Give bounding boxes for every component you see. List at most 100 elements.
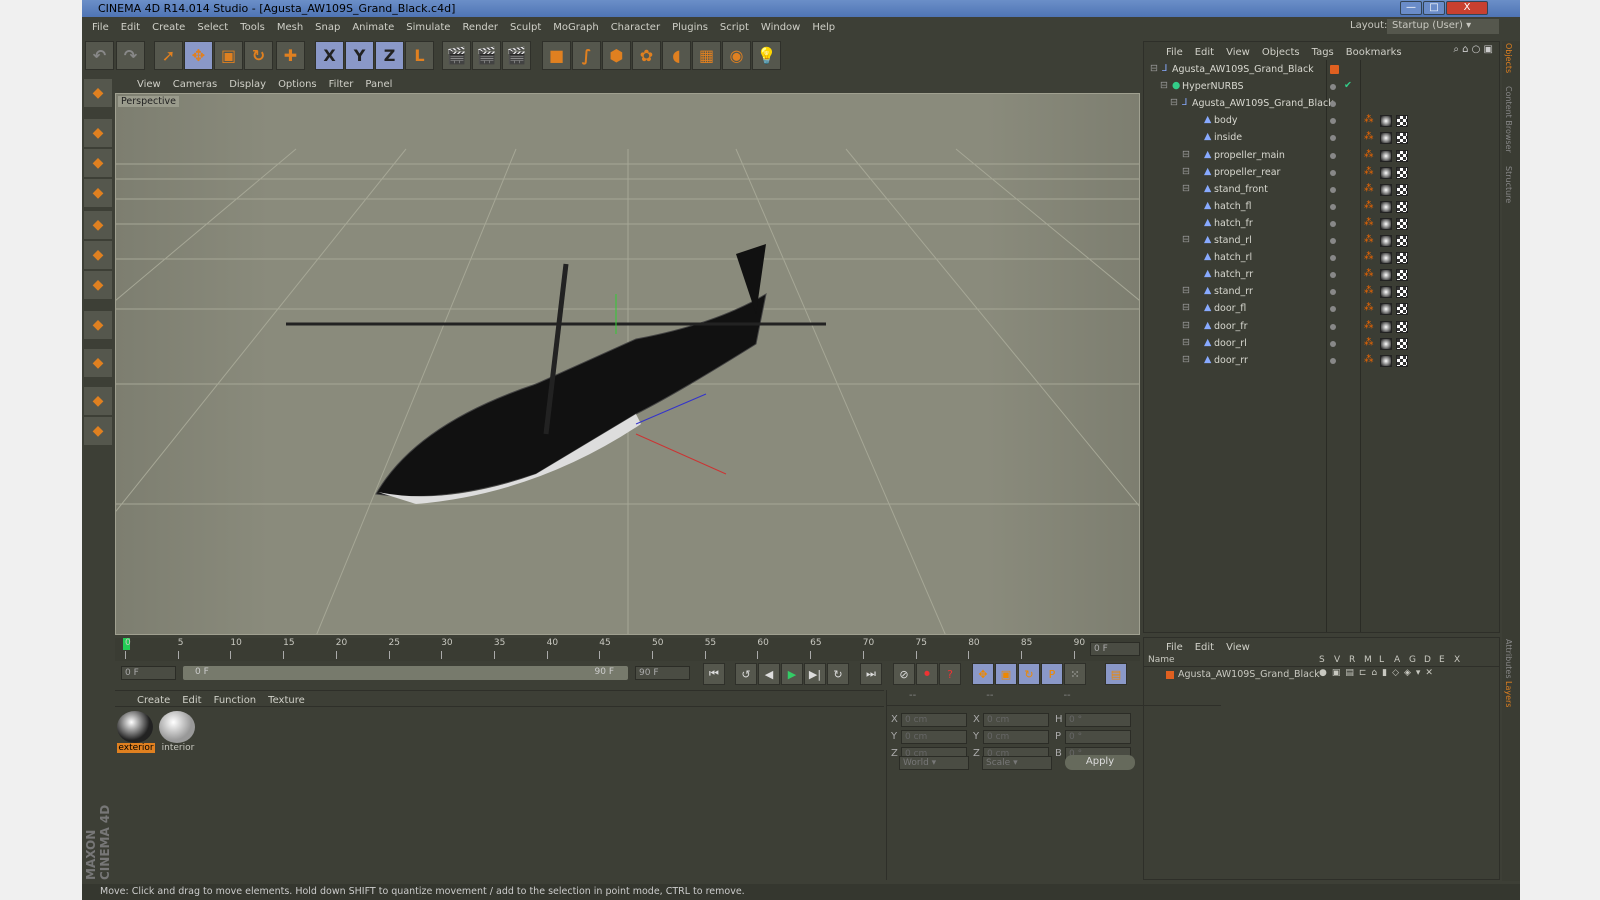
menu-edit[interactable]: Edit — [176, 692, 207, 706]
texture-tag-icon[interactable] — [1380, 252, 1392, 265]
layer-dot[interactable] — [1330, 186, 1336, 193]
layer-dot[interactable] — [1330, 220, 1336, 227]
layer-dot[interactable] — [1330, 255, 1336, 262]
menu-file[interactable]: File — [1160, 44, 1189, 60]
menu-filter[interactable]: Filter — [323, 76, 360, 92]
key-rotation-button[interactable]: ↻ — [1018, 663, 1040, 685]
timeline-window-button[interactable]: ▤ — [1105, 663, 1127, 685]
coord-field[interactable]: 0 ° — [1065, 730, 1131, 744]
layer-dot[interactable] — [1330, 203, 1336, 210]
texture-tag-icon[interactable] — [1396, 235, 1408, 247]
layer-color[interactable] — [1166, 671, 1174, 679]
texture-tag-icon[interactable] — [1396, 269, 1408, 282]
texture-tag-icon[interactable] — [1380, 354, 1392, 367]
menu-edit[interactable]: Edit — [1189, 44, 1220, 60]
phong-tag-icon[interactable]: ⁂ — [1364, 268, 1374, 279]
phong-tag-icon[interactable]: ⁂ — [1364, 131, 1374, 142]
go-to-start-button[interactable]: ⏮ — [703, 663, 725, 685]
object-row[interactable]: ⊟ ▲ stand_rl ⁂ — [1144, 233, 1499, 250]
expand-icon[interactable]: ⊟ — [1182, 302, 1190, 313]
scale-button[interactable]: ▣ — [214, 41, 243, 70]
step-forward-button[interactable]: ▶| — [804, 663, 826, 685]
coord-mode-dropdown[interactable]: Scale ▾ — [982, 756, 1052, 770]
edges-mode-icon[interactable]: ◆ — [84, 241, 112, 269]
phong-tag-icon[interactable]: ⁂ — [1364, 114, 1374, 125]
expand-icon[interactable]: ⊟ — [1182, 320, 1190, 331]
object-row[interactable]: ▲ hatch_fr ⁂ — [1144, 216, 1499, 233]
object-row[interactable]: ⊟ ● HyperNURBS ✔ — [1144, 79, 1499, 96]
expand-icon[interactable]: ⊟ — [1160, 80, 1168, 91]
object-row[interactable]: ▲ hatch_rl ⁂ — [1144, 250, 1499, 267]
texture-tag-icon[interactable] — [1396, 149, 1408, 162]
menu-create[interactable]: Create — [146, 19, 191, 37]
texture-tag-icon[interactable] — [1396, 303, 1408, 316]
layer-dot[interactable] — [1330, 135, 1336, 142]
viewport[interactable]: Perspective — [115, 93, 1140, 635]
loop-forward-button[interactable]: ↻ — [827, 663, 849, 685]
expand-icon[interactable]: ⊟ — [1182, 149, 1190, 160]
phong-tag-icon[interactable]: ⁂ — [1364, 251, 1374, 262]
workplane-icon[interactable]: ◆ — [84, 179, 112, 207]
phong-tag-icon[interactable]: ⁂ — [1364, 320, 1374, 331]
menu-texture[interactable]: Texture — [262, 692, 311, 706]
rotate-button[interactable]: ↻ — [244, 41, 273, 70]
texture-tag-icon[interactable] — [1380, 286, 1392, 299]
menu-edit[interactable]: Edit — [115, 19, 146, 37]
object-row[interactable]: ▲ hatch_rr ⁂ — [1144, 267, 1499, 284]
redo-button[interactable]: ↷ — [116, 41, 145, 70]
deformer-button[interactable]: ◖ — [662, 41, 691, 70]
current-frame-field[interactable]: 0 F — [1090, 642, 1140, 656]
layer-dot[interactable] — [1330, 357, 1336, 364]
texture-tag-icon[interactable] — [1380, 183, 1392, 196]
coord-system-dropdown[interactable]: World ▾ — [899, 756, 969, 770]
material-interior[interactable]: interior — [159, 711, 197, 753]
object-row[interactable]: ▲ body ⁂ — [1144, 113, 1499, 130]
menu-simulate[interactable]: Simulate — [400, 19, 456, 37]
search-icon[interactable]: ⌕ ⌂ ○ ▣ — [1453, 44, 1493, 55]
end-frame-field[interactable]: 90 F — [635, 666, 690, 680]
loop-back-button[interactable]: ↺ — [735, 663, 757, 685]
texture-tag-icon[interactable] — [1396, 320, 1408, 333]
undo-button[interactable]: ↶ — [85, 41, 114, 70]
layer-dot[interactable] — [1330, 101, 1336, 108]
object-row[interactable]: ⊟ ▲ stand_rr ⁂ — [1144, 284, 1499, 301]
layer-dot[interactable] — [1330, 306, 1336, 313]
expand-icon[interactable]: ⊟ — [1182, 234, 1190, 245]
menu-edit[interactable]: Edit — [1189, 639, 1220, 654]
layout-dropdown[interactable]: Startup (User) ▾ — [1387, 19, 1499, 34]
phong-tag-icon[interactable]: ⁂ — [1364, 166, 1374, 177]
step-back-button[interactable]: ◀ — [758, 663, 780, 685]
menu-display[interactable]: Display — [223, 76, 272, 92]
polygons-mode-icon[interactable]: ◆ — [84, 271, 112, 299]
object-row[interactable]: ⊟ ▲ stand_front ⁂ — [1144, 182, 1499, 199]
menu-tags[interactable]: Tags — [1306, 44, 1340, 60]
texture-tag-icon[interactable] — [1380, 115, 1392, 128]
layer-dot[interactable] — [1330, 169, 1336, 176]
material-exterior[interactable]: exterior — [117, 711, 155, 753]
menu-bookmarks[interactable]: Bookmarks — [1340, 44, 1408, 60]
object-row[interactable]: ⊟ ⅃ Agusta_AW109S_Grand_Black — [1144, 62, 1499, 79]
expand-icon[interactable]: ⊟ — [1150, 63, 1158, 74]
texture-tag-icon[interactable] — [1380, 320, 1392, 333]
menu-snap[interactable]: Snap — [309, 19, 346, 37]
texture-tag-icon[interactable] — [1380, 200, 1392, 213]
texture-tag-icon[interactable] — [1380, 303, 1392, 316]
range-slider[interactable]: 0 F 90 F — [183, 666, 628, 680]
close-button[interactable]: X — [1446, 1, 1488, 15]
axis-mode-icon[interactable]: ◆ — [84, 311, 112, 339]
layer-dot[interactable] — [1330, 323, 1336, 330]
autokey-button[interactable]: ? — [939, 663, 961, 685]
object-row[interactable]: ⊟ ⅃ Agusta_AW109S_Grand_Black — [1144, 96, 1499, 113]
object-row[interactable]: ⊟ ▲ propeller_rear ⁂ — [1144, 165, 1499, 182]
coord-field[interactable]: 0 ° — [1065, 713, 1131, 727]
object-row[interactable]: ⊟ ▲ door_fl ⁂ — [1144, 301, 1499, 318]
array-button[interactable]: ✿ — [632, 41, 661, 70]
texture-tag-icon[interactable] — [1396, 166, 1408, 179]
texture-tag-icon[interactable] — [1380, 166, 1392, 179]
keyframe-selection-icon[interactable]: ⊘ — [893, 663, 915, 685]
texture-tag-icon[interactable] — [1380, 235, 1392, 247]
coord-field[interactable]: 0 cm — [901, 730, 967, 744]
texture-tag-icon[interactable] — [1380, 149, 1392, 162]
texture-tag-icon[interactable] — [1380, 337, 1392, 350]
phong-tag-icon[interactable]: ⁂ — [1364, 217, 1374, 228]
